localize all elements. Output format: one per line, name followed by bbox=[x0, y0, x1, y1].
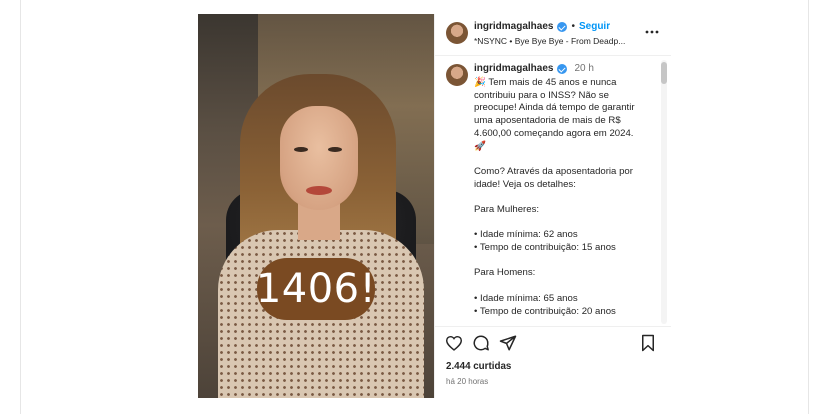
caption-paragraph: Como? Através da aposentadoria por idade… bbox=[474, 165, 633, 190]
caption-time: 20 h bbox=[574, 63, 594, 74]
overlay-number-badge: 1406! bbox=[256, 258, 376, 320]
lips bbox=[306, 186, 332, 195]
audio-link[interactable]: *NSYNC • Bye Bye Bye - From Deadp... bbox=[474, 36, 625, 46]
verified-badge-icon bbox=[557, 63, 568, 74]
heart-icon[interactable] bbox=[444, 333, 464, 353]
username-link[interactable]: ingridmagalhaes bbox=[474, 21, 553, 32]
instagram-post: 1406! ingridmagalhaes • Seguir *NSYNC • … bbox=[198, 14, 671, 398]
caption-paragraph: Para Homens: bbox=[474, 267, 536, 279]
post-timestamp[interactable]: há 20 horas bbox=[446, 377, 488, 386]
verified-badge-icon bbox=[557, 21, 568, 32]
scrollbar-thumb[interactable] bbox=[661, 62, 667, 84]
caption-paragraph: • Idade mínima: 65 anos • Tempo de contr… bbox=[474, 292, 616, 317]
send-icon[interactable] bbox=[498, 333, 518, 353]
post-side-panel: ingridmagalhaes • Seguir *NSYNC • Bye By… bbox=[434, 14, 671, 398]
post-header: ingridmagalhaes • Seguir *NSYNC • Bye By… bbox=[435, 14, 671, 56]
caption-username-link[interactable]: ingridmagalhaes bbox=[474, 63, 553, 74]
caption-paragraph: • Idade mínima: 62 anos • Tempo de contr… bbox=[474, 229, 616, 254]
comment-icon[interactable] bbox=[471, 333, 491, 353]
separator-dot: • bbox=[571, 21, 575, 32]
caption-scrollbar[interactable] bbox=[661, 60, 667, 324]
right-eye bbox=[328, 147, 342, 152]
caption-paragraph: Para Mulheres: bbox=[474, 204, 540, 215]
caption-avatar[interactable] bbox=[446, 64, 468, 86]
action-bar: 2.444 curtidas há 20 horas bbox=[435, 326, 671, 398]
caption-area: ingridmagalhaes 20 h 🎉 Tem mais de 45 an… bbox=[435, 56, 671, 324]
caption-paragraph: 🎉 Tem mais de 45 anos e nunca contribuiu… bbox=[474, 77, 635, 152]
header-user-row: ingridmagalhaes • Seguir bbox=[474, 21, 610, 32]
follow-button[interactable]: Seguir bbox=[579, 21, 610, 32]
caption-text: 🎉 Tem mais de 45 anos e nunca contribuiu… bbox=[474, 77, 662, 318]
more-options-icon[interactable] bbox=[645, 24, 659, 34]
post-media[interactable]: 1406! bbox=[198, 14, 434, 398]
caption-user-row: ingridmagalhaes 20 h bbox=[474, 63, 594, 74]
avatar[interactable] bbox=[446, 22, 468, 44]
right-divider bbox=[808, 0, 809, 414]
bookmark-icon[interactable] bbox=[638, 333, 658, 353]
left-eye bbox=[294, 147, 308, 152]
likes-count[interactable]: 2.444 curtidas bbox=[446, 361, 511, 372]
left-divider bbox=[20, 0, 21, 414]
